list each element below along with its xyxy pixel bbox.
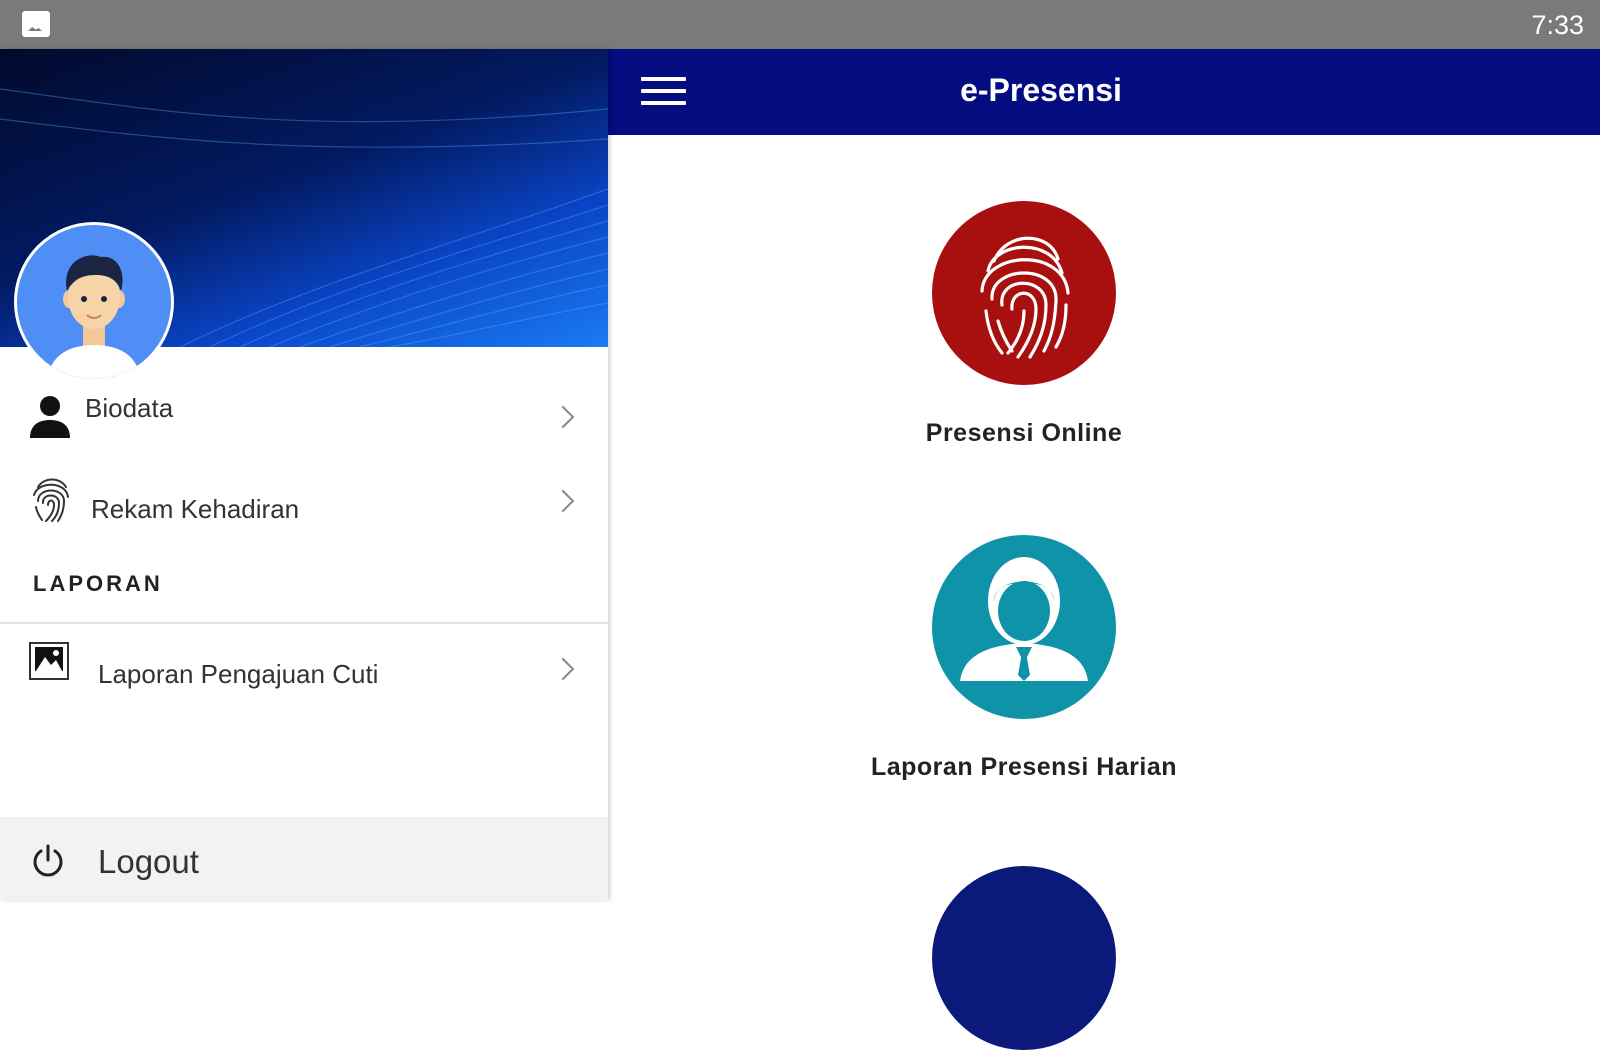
person-icon	[30, 396, 70, 438]
drawer-item-label: Biodata	[85, 393, 174, 423]
fingerprint-icon	[33, 478, 69, 522]
divider	[0, 622, 608, 624]
third-tile-icon[interactable]	[932, 866, 1116, 1050]
laporan-presensi-harian-label: Laporan Presensi Harian	[870, 753, 1178, 781]
chevron-right-icon	[551, 489, 575, 513]
avatar	[14, 222, 174, 382]
logout-button[interactable]: Logout	[0, 817, 608, 900]
power-icon	[33, 844, 63, 877]
drawer-item-rekam-kehadiran[interactable]: Rekam Kehadiran	[0, 463, 608, 543]
drawer-item-label: Rekam Kehadiran	[91, 494, 300, 524]
logout-label: Logout	[98, 843, 199, 880]
drawer-item-biodata[interactable]: Biodata	[0, 380, 608, 460]
chevron-right-icon	[551, 657, 575, 681]
image-icon	[29, 642, 69, 680]
app-title: e-Presensi	[960, 72, 1122, 108]
app-bar: e-Presensi	[608, 49, 1600, 135]
status-clock: 7:33	[1531, 10, 1584, 40]
employee-icon[interactable]	[932, 535, 1116, 719]
section-title-laporan: LAPORAN	[33, 571, 163, 596]
presensi-online-label: Presensi Online	[925, 419, 1123, 447]
chevron-right-icon	[551, 405, 575, 429]
status-bar: 7:33	[0, 0, 1600, 49]
navigation-drawer: Biodata Rekam Kehadiran LAPORAN Laporan	[0, 49, 608, 900]
image-notification-icon	[22, 11, 50, 37]
presensi-online-tile[interactable]: Presensi Online	[830, 201, 1218, 448]
drawer-item-label: Laporan Pengajuan Cuti	[98, 659, 379, 689]
fingerprint-icon[interactable]	[932, 201, 1116, 385]
drawer-item-laporan-pengajuan-cuti[interactable]: Laporan Pengajuan Cuti	[0, 627, 608, 707]
laporan-presensi-harian-tile[interactable]: Laporan Presensi Harian	[830, 535, 1218, 782]
